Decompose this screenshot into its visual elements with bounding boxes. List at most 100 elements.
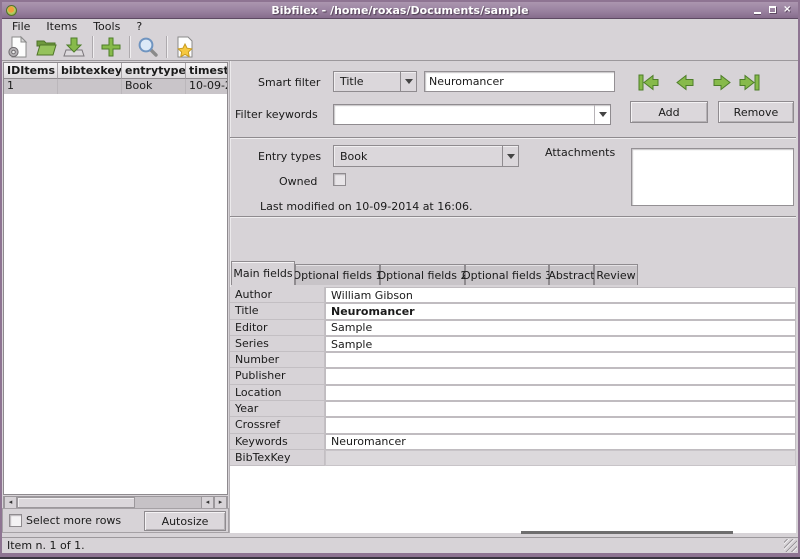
tab-optional-fields-3[interactable]: Optional fields 3 <box>465 264 549 285</box>
series-field[interactable] <box>325 336 796 352</box>
keywords-field[interactable] <box>325 434 796 450</box>
toolbar-separator <box>92 36 93 58</box>
field-label-series: Series <box>230 336 325 352</box>
field-label-keywords: Keywords <box>230 434 325 450</box>
save-icon <box>62 35 86 59</box>
field-label-crossref: Crossref <box>230 417 325 433</box>
status-text: Item n. 1 of 1. <box>7 539 85 552</box>
entry-types-combobox[interactable]: Book <box>333 145 519 167</box>
new-database-button[interactable] <box>4 34 32 60</box>
publisher-field[interactable] <box>325 368 796 384</box>
close-icon: × <box>783 5 791 15</box>
attachments-label: Attachments <box>545 146 615 159</box>
field-label-author: Author <box>230 287 325 303</box>
scroll-left-button-2[interactable]: ◂ <box>201 497 214 508</box>
filter-keywords-label: Filter keywords <box>235 108 318 121</box>
fields-tabstrip: Main fields Optional fields 1 Optional f… <box>230 261 796 285</box>
year-field[interactable] <box>325 401 796 417</box>
special-document-icon <box>173 35 197 59</box>
tab-optional-fields-2[interactable]: Optional fields 2 <box>380 264 465 285</box>
column-header-bibtexkey[interactable]: bibtexkey <box>58 63 122 79</box>
items-table[interactable]: IDItems bibtexkey entrytype timest. 1 Bo… <box>3 62 228 495</box>
tab-review[interactable]: Review <box>594 264 638 285</box>
tab-abstract[interactable]: Abstract <box>549 264 594 285</box>
maximize-button[interactable] <box>767 5 778 15</box>
minimize-button[interactable] <box>752 5 763 15</box>
open-database-button[interactable] <box>32 34 60 60</box>
combo-arrow-button[interactable] <box>502 146 518 166</box>
bibfilex-window: Bibfilex - /home/roxas/Documents/sample … <box>0 0 800 557</box>
search-button[interactable] <box>134 34 162 60</box>
menu-items[interactable]: Items <box>38 19 85 34</box>
column-header-timestamp[interactable]: timest. <box>186 63 227 79</box>
author-field[interactable] <box>325 287 796 303</box>
section-separator <box>230 137 796 138</box>
chevron-down-icon <box>599 112 607 117</box>
open-database-icon <box>34 35 58 59</box>
add-button[interactable]: Add <box>630 101 708 123</box>
smart-filter-selected: Title <box>334 75 400 88</box>
crossref-field[interactable] <box>325 417 796 433</box>
entry-types-label: Entry types <box>258 150 321 163</box>
table-header: IDItems bibtexkey entrytype timest. <box>4 63 227 79</box>
table-footer-panel: Select more rows Autosize <box>2 508 229 533</box>
form-horizontal-scrollbar-thumb[interactable] <box>521 531 733 534</box>
scroll-right-button[interactable]: ▸ <box>214 497 227 508</box>
owned-checkbox[interactable] <box>333 173 346 186</box>
autosize-button[interactable]: Autosize <box>144 511 226 531</box>
previous-item-button[interactable] <box>673 72 697 93</box>
smart-filter-input[interactable] <box>424 71 615 92</box>
field-label-number: Number <box>230 352 325 368</box>
save-button[interactable] <box>60 34 88 60</box>
go-last-icon <box>738 72 762 93</box>
search-icon <box>136 35 160 59</box>
last-item-button[interactable] <box>738 72 762 93</box>
menu-tools[interactable]: Tools <box>85 19 128 34</box>
field-label-editor: Editor <box>230 320 325 336</box>
remove-button[interactable]: Remove <box>718 101 794 123</box>
scrollbar-track[interactable] <box>17 497 201 508</box>
window-title: Bibfilex - /home/roxas/Documents/sample <box>2 4 798 17</box>
cell-entrytype: Book <box>122 79 186 94</box>
combo-arrow-button[interactable] <box>400 72 416 91</box>
special-document-button[interactable] <box>171 34 199 60</box>
cell-timestamp: 10-09-2 <box>186 79 227 94</box>
toolbar <box>2 34 798 61</box>
table-row[interactable]: 1 Book 10-09-2 <box>4 79 227 94</box>
select-more-rows-checkbox[interactable] <box>9 514 22 527</box>
smart-filter-combobox[interactable]: Title <box>333 71 417 92</box>
filter-keywords-combobox[interactable] <box>333 104 611 125</box>
titlebar[interactable]: Bibfilex - /home/roxas/Documents/sample … <box>2 2 798 19</box>
bibtexkey-field[interactable] <box>325 450 796 466</box>
editor-field[interactable] <box>325 320 796 336</box>
tab-main-fields[interactable]: Main fields <box>231 261 295 285</box>
scroll-left-button[interactable]: ◂ <box>4 497 17 508</box>
column-header-iditems[interactable]: IDItems <box>4 63 58 79</box>
combo-arrow-button[interactable] <box>594 105 610 124</box>
chevron-down-icon <box>507 154 515 159</box>
toolbar-separator <box>166 36 167 58</box>
next-item-button[interactable] <box>710 72 734 93</box>
statusbar: Item n. 1 of 1. <box>2 537 798 553</box>
maximize-icon <box>769 6 776 13</box>
tab-optional-fields-1[interactable]: Optional fields 1 <box>295 264 380 285</box>
select-more-rows-label: Select more rows <box>26 514 121 527</box>
last-modified-text: Last modified on 10-09-2014 at 16:06. <box>260 200 472 213</box>
column-header-entrytype[interactable]: entrytype <box>122 63 186 79</box>
location-field[interactable] <box>325 385 796 401</box>
menu-help[interactable]: ? <box>128 19 150 34</box>
title-field[interactable] <box>325 303 796 319</box>
add-item-button[interactable] <box>97 34 125 60</box>
number-field[interactable] <box>325 352 796 368</box>
close-button[interactable]: × <box>782 5 793 15</box>
chevron-down-icon <box>405 79 413 84</box>
new-database-icon <box>6 35 30 59</box>
menu-file[interactable]: File <box>4 19 38 34</box>
scrollbar-thumb[interactable] <box>17 497 135 508</box>
section-separator <box>230 216 796 217</box>
main-fields-form: Author Title Editor Series Number Publis… <box>230 287 796 533</box>
attachments-listbox[interactable] <box>631 148 794 206</box>
resize-grip[interactable] <box>784 539 797 552</box>
cell-bibtexkey <box>58 79 122 94</box>
first-item-button[interactable] <box>636 72 660 93</box>
